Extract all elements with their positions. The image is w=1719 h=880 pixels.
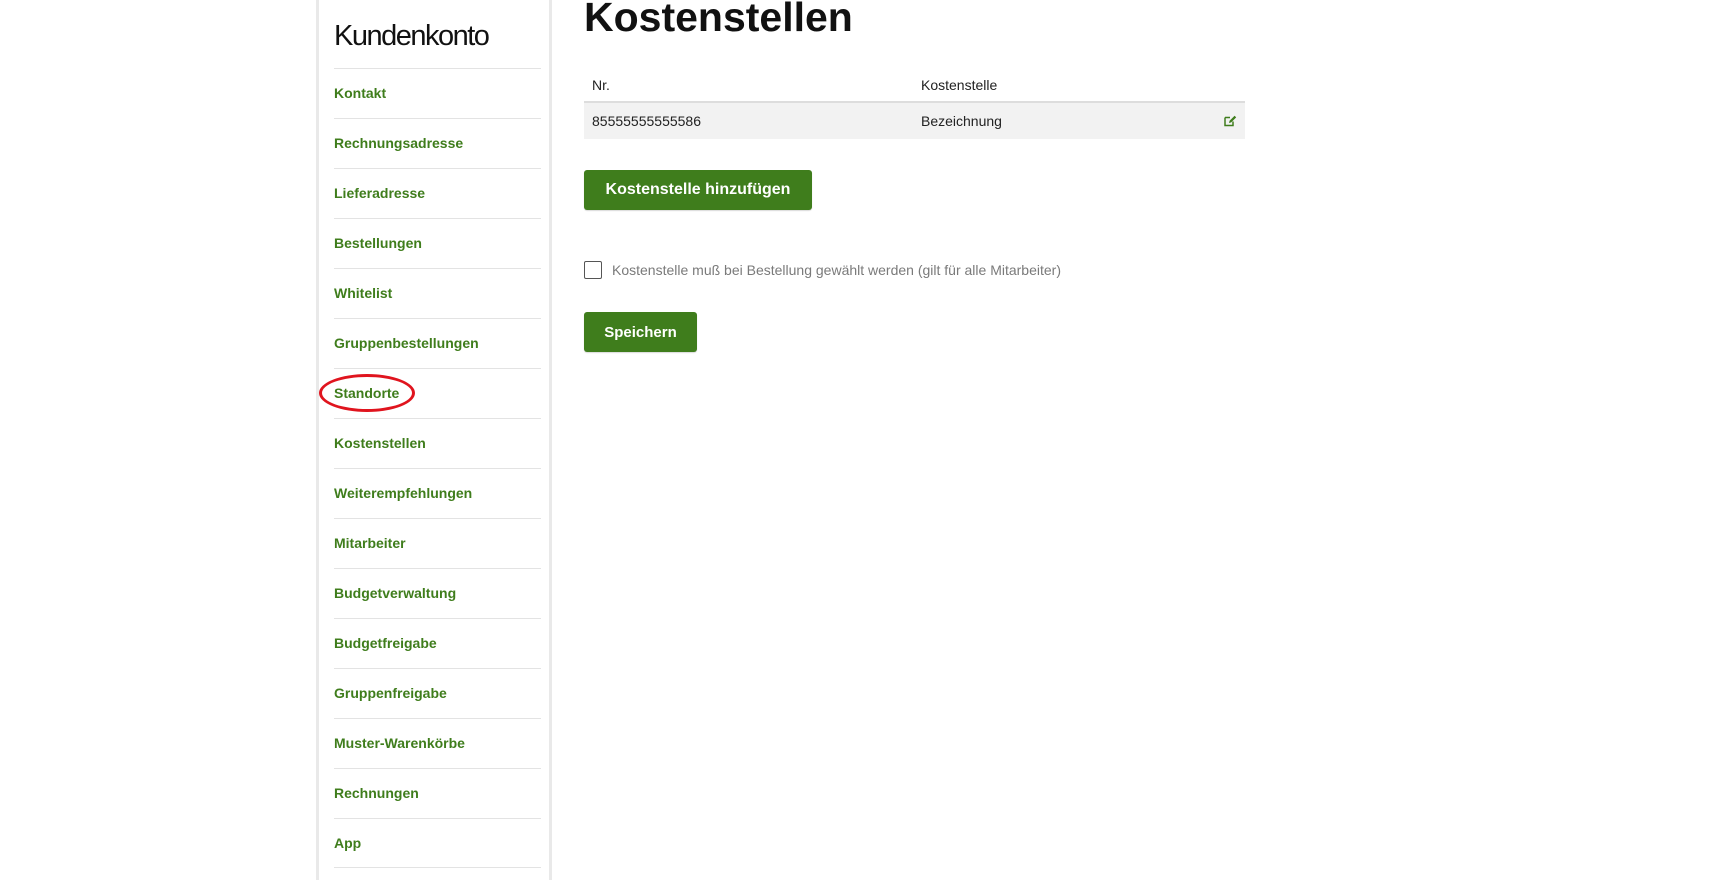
sidebar-item-whitelist: Whitelist: [334, 268, 541, 318]
sidebar-item-budgetverwaltung: Budgetverwaltung: [334, 568, 541, 618]
sidebar-item-rechnungen: Rechnungen: [334, 768, 541, 818]
cost-center-required-option: Kostenstelle muß bei Bestellung gewählt …: [584, 261, 1061, 279]
sidebar-link-kostenstellen[interactable]: Kostenstellen: [334, 435, 426, 451]
sidebar-item-gruppenbestellungen: Gruppenbestellungen: [334, 318, 541, 368]
sidebar-item-weiterempfehlungen: Weiterempfehlungen: [334, 468, 541, 518]
sidebar-item-budgetfreigabe: Budgetfreigabe: [334, 618, 541, 668]
sidebar-item-muster-warenkoerbe: Muster-Warenkörbe: [334, 718, 541, 768]
edit-icon[interactable]: [1223, 114, 1237, 130]
column-header-kostenstelle: Kostenstelle: [913, 68, 1199, 103]
sidebar-link-budgetverwaltung[interactable]: Budgetverwaltung: [334, 585, 456, 601]
sidebar-link-weiterempfehlungen[interactable]: Weiterempfehlungen: [334, 485, 472, 501]
cost-center-required-checkbox[interactable]: [584, 261, 602, 279]
sidebar-item-kontakt: Kontakt: [334, 68, 541, 118]
cost-center-table: Nr. Kostenstelle 85555555555586 Bezeichn…: [584, 68, 1245, 139]
sidebar-item-bestellungen: Bestellungen: [334, 218, 541, 268]
save-button[interactable]: Speichern: [584, 312, 697, 352]
sidebar-link-rechnungen[interactable]: Rechnungen: [334, 785, 419, 801]
sidebar-item-standorte: Standorte: [319, 368, 541, 418]
sidebar-link-whitelist[interactable]: Whitelist: [334, 285, 392, 301]
sidebar-link-mitarbeiter[interactable]: Mitarbeiter: [334, 535, 406, 551]
sidebar-link-lieferadresse[interactable]: Lieferadresse: [334, 185, 425, 201]
column-header-actions: [1199, 68, 1245, 103]
sidebar-link-muster-warenkoerbe[interactable]: Muster-Warenkörbe: [334, 735, 465, 751]
sidebar-link-bestellungen[interactable]: Bestellungen: [334, 235, 422, 251]
table-row: 85555555555586 Bezeichnung: [584, 102, 1245, 139]
sidebar-link-standorte[interactable]: Standorte: [334, 385, 399, 401]
account-sidebar: Kundenkonto Kontakt Rechnungsadresse Lie…: [316, 0, 552, 880]
sidebar-link-app[interactable]: App: [334, 835, 361, 851]
sidebar-item-app: App: [334, 818, 541, 868]
sidebar-link-rechnungsadresse[interactable]: Rechnungsadresse: [334, 135, 463, 151]
cell-kostenstelle: Bezeichnung: [913, 102, 1199, 139]
add-cost-center-button[interactable]: Kostenstelle hinzufügen: [584, 170, 812, 210]
cell-actions: [1199, 102, 1245, 139]
sidebar-title: Kundenkonto: [334, 20, 490, 52]
sidebar-link-gruppenfreigabe[interactable]: Gruppenfreigabe: [334, 685, 447, 701]
page-title: Kostenstellen: [584, 0, 853, 40]
sidebar-item-rechnungsadresse: Rechnungsadresse: [334, 118, 541, 168]
sidebar-link-gruppenbestellungen[interactable]: Gruppenbestellungen: [334, 335, 479, 351]
account-nav: Kontakt Rechnungsadresse Lieferadresse B…: [319, 68, 541, 868]
table-header-row: Nr. Kostenstelle: [584, 68, 1245, 103]
cell-nr: 85555555555586: [584, 102, 913, 139]
sidebar-item-gruppenfreigabe: Gruppenfreigabe: [334, 668, 541, 718]
sidebar-link-kontakt[interactable]: Kontakt: [334, 85, 386, 101]
cost-center-required-label[interactable]: Kostenstelle muß bei Bestellung gewählt …: [612, 262, 1061, 278]
sidebar-link-budgetfreigabe[interactable]: Budgetfreigabe: [334, 635, 437, 651]
sidebar-item-mitarbeiter: Mitarbeiter: [334, 518, 541, 568]
sidebar-item-lieferadresse: Lieferadresse: [334, 168, 541, 218]
column-header-nr: Nr.: [584, 68, 913, 103]
sidebar-item-kostenstellen: Kostenstellen: [334, 418, 541, 468]
